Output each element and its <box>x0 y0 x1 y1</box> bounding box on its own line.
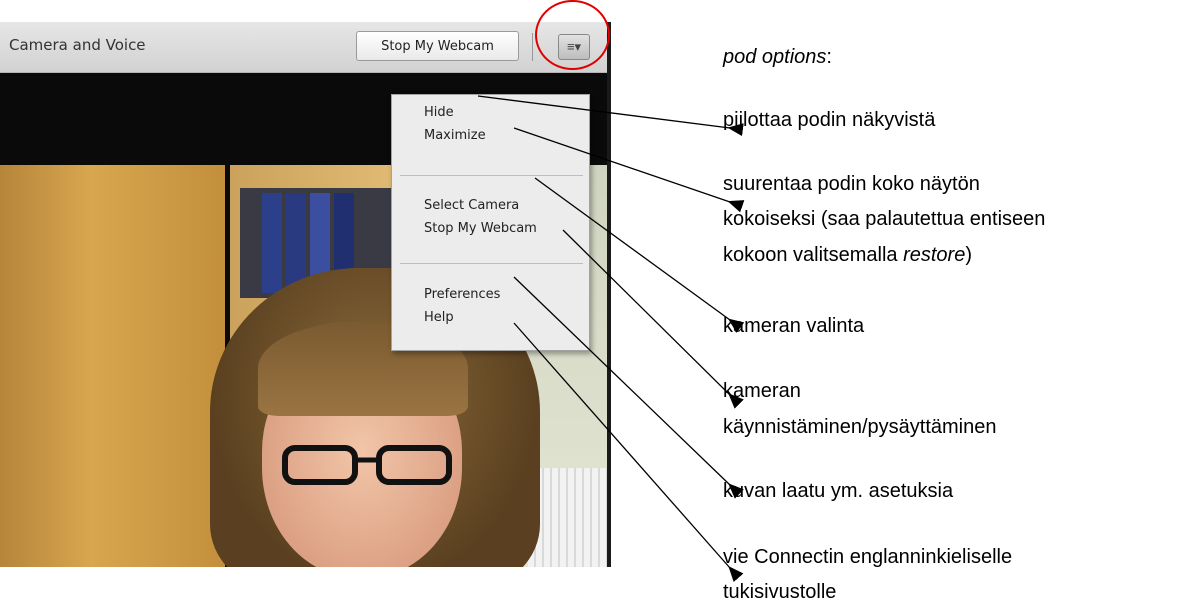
annotation-close-paren: ) <box>965 244 973 266</box>
arrow-stop-webcam <box>562 229 744 409</box>
annotation-select-camera: kameran valinta <box>723 315 865 337</box>
annotation-maximize-text: kokoon valitsemalla <box>723 244 904 266</box>
arrow-preferences <box>513 276 744 499</box>
annotation-help-line2: tukisivustolle <box>723 581 837 603</box>
annotation-heading: pod options: <box>723 43 832 71</box>
arrow-help <box>513 322 744 583</box>
annotation-arrows <box>477 95 745 583</box>
annotation-heading-italic: pod options <box>723 46 827 68</box>
arrow-maximize <box>513 127 745 213</box>
annotation-hide: piilottaa podin näkyvistä <box>723 109 936 131</box>
annotation-preferences: kuvan laatu ym. asetuksia <box>723 480 954 502</box>
annotation-maximize-line3: kokoon valitsemalla restore) <box>723 241 972 269</box>
annotation-webcam-line1: kameran <box>723 380 801 402</box>
arrow-hide <box>477 95 744 137</box>
annotation-heading-colon: : <box>826 46 832 68</box>
annotation-webcam-line2: käynnistäminen/pysäyttäminen <box>723 416 997 438</box>
annotation-maximize-line1: suurentaa podin koko näytön <box>723 173 980 195</box>
annotation-maximize-line2: kokoiseksi (saa palautettua entiseen <box>723 208 1046 230</box>
annotation-help-line1: vie Connectin englanninkieliselle <box>723 546 1013 568</box>
annotation-restore: restore <box>903 244 966 266</box>
